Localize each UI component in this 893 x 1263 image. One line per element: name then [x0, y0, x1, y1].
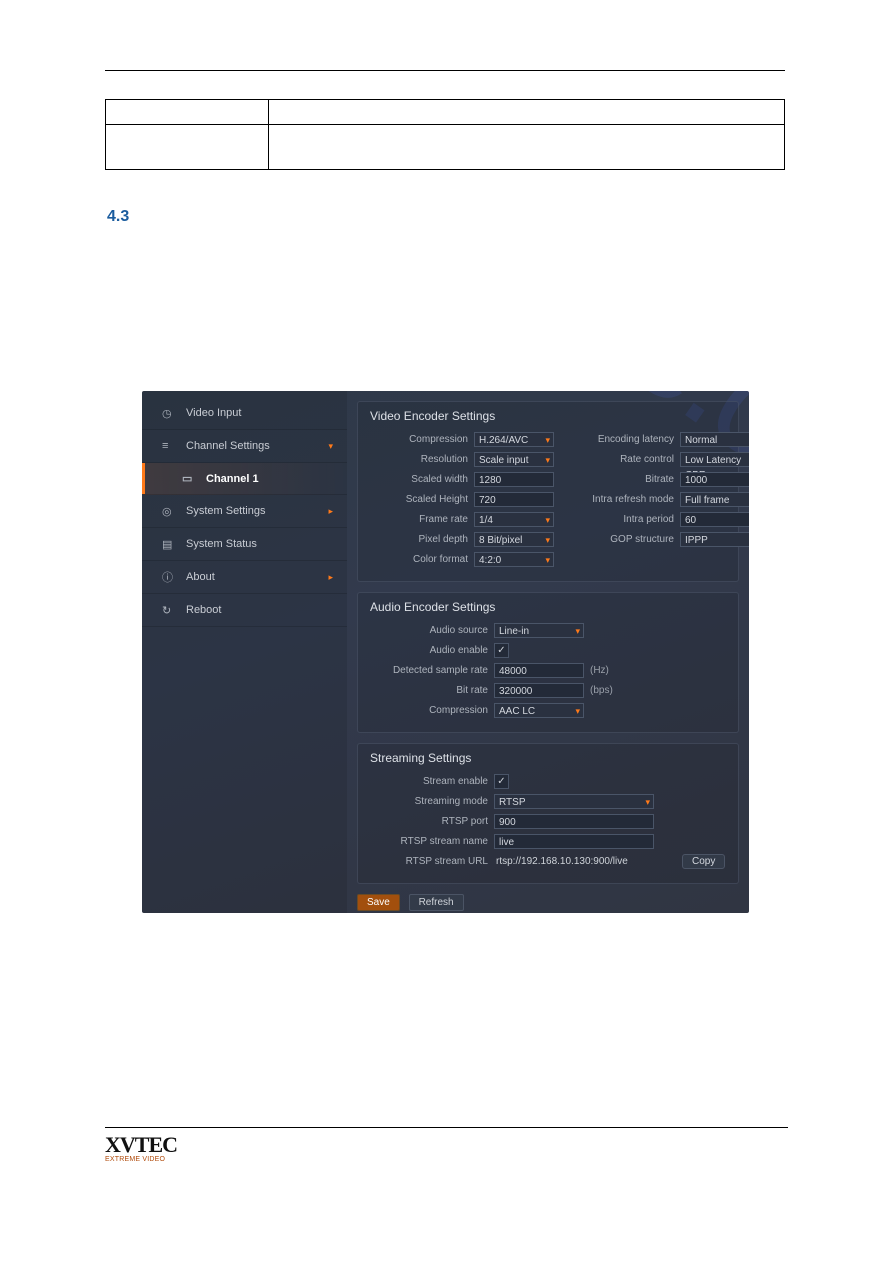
color-format-label: Color format	[368, 554, 474, 565]
scaled-height-input[interactable]: 720	[474, 492, 554, 507]
panel-title: Streaming Settings	[370, 751, 728, 765]
sidebar-item-label: System Status	[186, 538, 257, 550]
bitrate-input[interactable]: 1000	[680, 472, 749, 487]
sidebar-item-video-input[interactable]: ◷ Video Input	[142, 397, 347, 430]
intra-refresh-select[interactable]: Full frame	[680, 492, 749, 507]
content-area: Video Encoder Settings CompressionH.264/…	[357, 401, 739, 911]
rtsp-port-input[interactable]: 900	[494, 814, 654, 829]
sample-rate-label: Detected sample rate	[368, 665, 494, 676]
intra-refresh-label: Intra refresh mode	[574, 494, 680, 505]
panel-title: Video Encoder Settings	[370, 409, 728, 423]
rtsp-url-label: RTSP stream URL	[368, 856, 494, 867]
logo-text: XVTEC	[105, 1134, 177, 1156]
page-footer: XVTEC EXTREME VIDEO	[105, 1127, 788, 1163]
frame-rate-label: Frame rate	[368, 514, 474, 525]
sample-rate-input[interactable]: 48000	[494, 663, 584, 678]
chevron-right-icon: ▸	[328, 572, 333, 583]
chevron-down-icon: ▾	[328, 441, 333, 452]
color-format-select[interactable]: 4:2:0	[474, 552, 554, 567]
sidebar-item-label: About	[186, 571, 215, 583]
sidebar-item-system-settings[interactable]: ◎ System Settings ▸	[142, 495, 347, 528]
gop-select[interactable]: IPPP	[680, 532, 749, 547]
encoding-latency-label: Encoding latency	[574, 434, 680, 445]
audio-enable-checkbox[interactable]: ✓	[494, 643, 509, 658]
sidebar-item-label: Reboot	[186, 604, 221, 616]
video-encoder-panel: Video Encoder Settings CompressionH.264/…	[357, 401, 739, 582]
panel-title: Audio Encoder Settings	[370, 600, 728, 614]
status-icon: ▤	[162, 538, 176, 551]
streaming-mode-select[interactable]: RTSP	[494, 794, 654, 809]
sidebar: ◷ Video Input ≡ Channel Settings ▾ ▭ Cha…	[142, 391, 347, 913]
stream-enable-checkbox[interactable]: ✓	[494, 774, 509, 789]
logo-subtext: EXTREME VIDEO	[105, 1156, 177, 1163]
section-number: 4.3	[107, 208, 793, 226]
system-icon: ◎	[162, 505, 176, 518]
rate-control-select[interactable]: Low Latency CBR	[680, 452, 749, 467]
sidebar-item-system-status[interactable]: ▤ System Status	[142, 528, 347, 561]
sidebar-item-reboot[interactable]: ↻ Reboot	[142, 594, 347, 627]
resolution-select[interactable]: Scale input	[474, 452, 554, 467]
scaled-height-label: Scaled Height	[368, 494, 474, 505]
empty-table	[105, 99, 785, 170]
resolution-label: Resolution	[368, 454, 474, 465]
intra-period-input[interactable]: 60	[680, 512, 749, 527]
streaming-panel: Streaming Settings Stream enable✓ Stream…	[357, 743, 739, 884]
streaming-mode-label: Streaming mode	[368, 796, 494, 807]
channel-icon: ▭	[182, 472, 196, 485]
dashboard-icon: ◷	[162, 407, 176, 420]
sidebar-item-label: System Settings	[186, 505, 265, 517]
gop-label: GOP structure	[574, 534, 680, 545]
encoding-latency-select[interactable]: Normal	[680, 432, 749, 447]
bitrate-label: Bitrate	[574, 474, 680, 485]
sidebar-item-channel-settings[interactable]: ≡ Channel Settings ▾	[142, 430, 347, 463]
sidebar-item-channel-1[interactable]: ▭ Channel 1	[142, 463, 347, 495]
pixel-depth-label: Pixel depth	[368, 534, 474, 545]
audio-source-label: Audio source	[368, 625, 494, 636]
settings-icon: ≡	[162, 440, 176, 452]
chevron-right-icon: ▸	[328, 506, 333, 517]
audio-compression-label: Compression	[368, 705, 494, 716]
refresh-button[interactable]: Refresh	[409, 894, 464, 911]
scaled-width-input[interactable]: 1280	[474, 472, 554, 487]
audio-enable-label: Audio enable	[368, 645, 494, 656]
intra-period-label: Intra period	[574, 514, 680, 525]
audio-bitrate-unit: (bps)	[590, 685, 613, 696]
info-icon: ⓘ	[162, 569, 176, 585]
frame-rate-select[interactable]: 1/4	[474, 512, 554, 527]
rtsp-port-label: RTSP port	[368, 816, 494, 827]
sidebar-item-about[interactable]: ⓘ About ▸	[142, 561, 347, 594]
sidebar-item-label: Channel Settings	[186, 440, 270, 452]
copy-button[interactable]: Copy	[682, 854, 725, 869]
pixel-depth-select[interactable]: 8 Bit/pixel	[474, 532, 554, 547]
audio-bitrate-label: Bit rate	[368, 685, 494, 696]
action-buttons: Save Refresh	[357, 894, 739, 911]
save-button[interactable]: Save	[357, 894, 400, 911]
rtsp-name-input[interactable]: live	[494, 834, 654, 849]
audio-source-select[interactable]: Line-in	[494, 623, 584, 638]
reboot-icon: ↻	[162, 604, 176, 617]
rtsp-url-value: rtsp://192.168.10.130:900/live	[494, 856, 656, 867]
rtsp-name-label: RTSP stream name	[368, 836, 494, 847]
sidebar-item-label: Video Input	[186, 407, 241, 419]
audio-bitrate-input[interactable]: 320000	[494, 683, 584, 698]
audio-encoder-panel: Audio Encoder Settings Audio sourceLine-…	[357, 592, 739, 733]
app-screenshot: manualshive.com ◷ Video Input ≡ Channel …	[142, 391, 749, 913]
audio-compression-select[interactable]: AAC LC	[494, 703, 584, 718]
sidebar-item-label: Channel 1	[206, 473, 259, 485]
rate-control-label: Rate control	[574, 454, 680, 465]
sample-rate-unit: (Hz)	[590, 665, 609, 676]
stream-enable-label: Stream enable	[368, 776, 494, 787]
top-horizontal-rule	[105, 70, 785, 71]
scaled-width-label: Scaled width	[368, 474, 474, 485]
compression-label: Compression	[368, 434, 474, 445]
compression-select[interactable]: H.264/AVC	[474, 432, 554, 447]
